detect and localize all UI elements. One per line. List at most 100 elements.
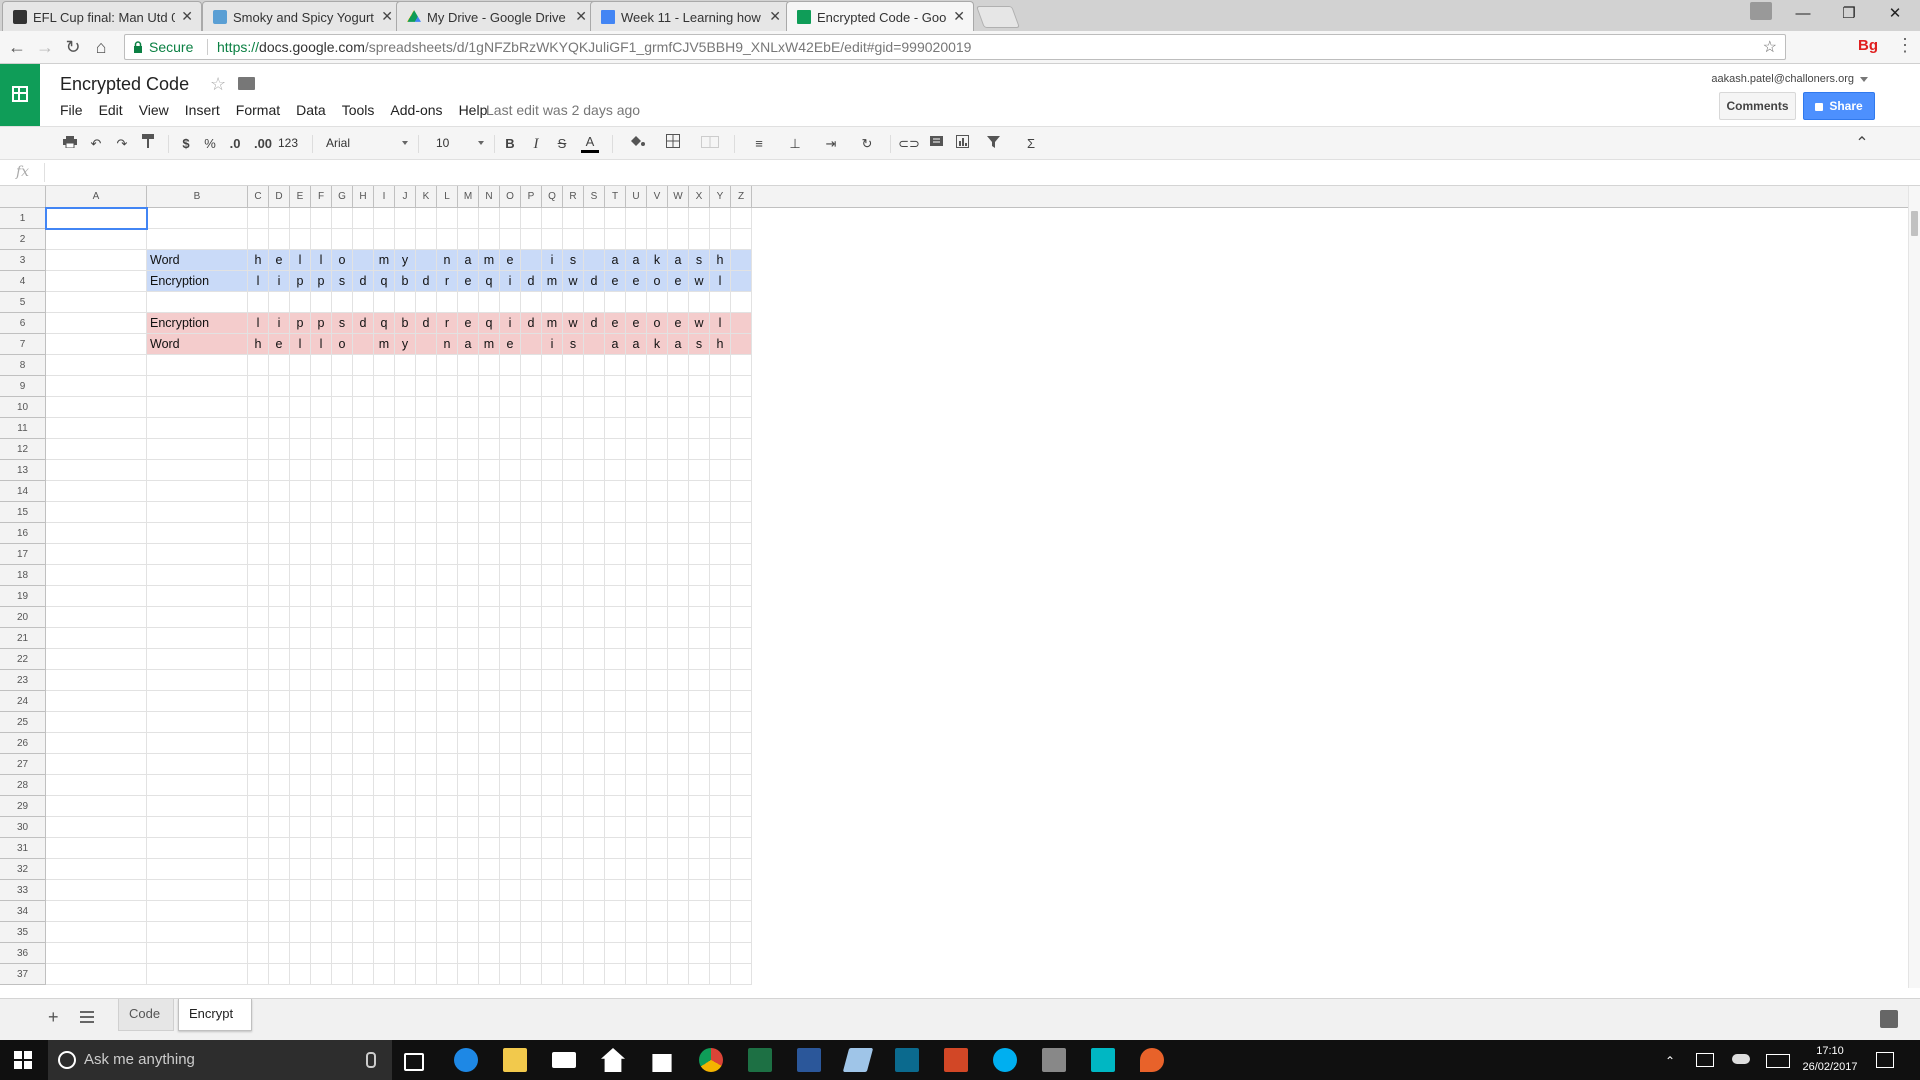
cell-W4[interactable]: e [668, 271, 689, 292]
cell-O31[interactable] [500, 838, 521, 859]
cell-D33[interactable] [269, 880, 290, 901]
cell-W8[interactable] [668, 355, 689, 376]
cell-K27[interactable] [416, 754, 437, 775]
cell-Q9[interactable] [542, 376, 563, 397]
vertical-align-icon[interactable]: ⊥ [780, 134, 810, 154]
cell-V7[interactable]: k [647, 334, 668, 355]
cell-W31[interactable] [668, 838, 689, 859]
cell-J2[interactable] [395, 229, 416, 250]
cell-S15[interactable] [584, 502, 605, 523]
cell-S37[interactable] [584, 964, 605, 985]
cell-Z12[interactable] [731, 439, 752, 460]
cell-D31[interactable] [269, 838, 290, 859]
cell-O19[interactable] [500, 586, 521, 607]
cell-P14[interactable] [521, 481, 542, 502]
cell-X5[interactable] [689, 292, 710, 313]
cell-T32[interactable] [605, 859, 626, 880]
cell-X19[interactable] [689, 586, 710, 607]
cell-F8[interactable] [311, 355, 332, 376]
cell-M4[interactable]: e [458, 271, 479, 292]
cell-Q35[interactable] [542, 922, 563, 943]
cell-N15[interactable] [479, 502, 500, 523]
cell-V18[interactable] [647, 565, 668, 586]
cell-M35[interactable] [458, 922, 479, 943]
cell-V27[interactable] [647, 754, 668, 775]
cell-E12[interactable] [290, 439, 311, 460]
browser-tab-sheets[interactable]: Encrypted Code - Google ✕ [786, 1, 974, 31]
cell-N28[interactable] [479, 775, 500, 796]
column-header-c[interactable]: C [248, 186, 269, 208]
cell-T34[interactable] [605, 901, 626, 922]
cell-R35[interactable] [563, 922, 584, 943]
cell-S31[interactable] [584, 838, 605, 859]
cell-K1[interactable] [416, 208, 437, 229]
cell-E15[interactable] [290, 502, 311, 523]
insert-link-icon[interactable]: ⊂⊃ [898, 134, 920, 154]
cell-M14[interactable] [458, 481, 479, 502]
cell-J13[interactable] [395, 460, 416, 481]
cell-Y6[interactable]: l [710, 313, 731, 334]
cell-G25[interactable] [332, 712, 353, 733]
cell-K33[interactable] [416, 880, 437, 901]
cell-Z7[interactable] [731, 334, 752, 355]
cell-S34[interactable] [584, 901, 605, 922]
cell-T9[interactable] [605, 376, 626, 397]
cell-B1[interactable] [147, 208, 248, 229]
cell-D22[interactable] [269, 649, 290, 670]
cell-C10[interactable] [248, 397, 269, 418]
cell-R26[interactable] [563, 733, 584, 754]
cell-X24[interactable] [689, 691, 710, 712]
m-app-icon[interactable] [1091, 1048, 1115, 1072]
cell-L5[interactable] [437, 292, 458, 313]
cell-F17[interactable] [311, 544, 332, 565]
column-header-f[interactable]: F [311, 186, 332, 208]
cell-E25[interactable] [290, 712, 311, 733]
cell-G5[interactable] [332, 292, 353, 313]
cell-S20[interactable] [584, 607, 605, 628]
cell-A30[interactable] [46, 817, 147, 838]
row-header[interactable]: 37 [0, 964, 46, 985]
cell-B17[interactable] [147, 544, 248, 565]
cell-C8[interactable] [248, 355, 269, 376]
cell-U33[interactable] [626, 880, 647, 901]
cell-Y4[interactable]: l [710, 271, 731, 292]
cell-K30[interactable] [416, 817, 437, 838]
cell-Q2[interactable] [542, 229, 563, 250]
cell-Q18[interactable] [542, 565, 563, 586]
cell-L3[interactable]: n [437, 250, 458, 271]
cell-O5[interactable] [500, 292, 521, 313]
select-all-corner[interactable] [0, 186, 46, 208]
cell-F3[interactable]: l [311, 250, 332, 271]
cell-F20[interactable] [311, 607, 332, 628]
cell-T29[interactable] [605, 796, 626, 817]
cell-I30[interactable] [374, 817, 395, 838]
cell-S28[interactable] [584, 775, 605, 796]
cell-T23[interactable] [605, 670, 626, 691]
cell-J15[interactable] [395, 502, 416, 523]
cell-U23[interactable] [626, 670, 647, 691]
cell-N36[interactable] [479, 943, 500, 964]
row-header[interactable]: 22 [0, 649, 46, 670]
cell-R23[interactable] [563, 670, 584, 691]
cell-T18[interactable] [605, 565, 626, 586]
browser-tab-docs[interactable]: Week 11 - Learning how ✕ [590, 1, 790, 31]
cell-A24[interactable] [46, 691, 147, 712]
row-header[interactable]: 20 [0, 607, 46, 628]
cell-Y31[interactable] [710, 838, 731, 859]
cell-L22[interactable] [437, 649, 458, 670]
cell-X16[interactable] [689, 523, 710, 544]
cell-W33[interactable] [668, 880, 689, 901]
cell-I5[interactable] [374, 292, 395, 313]
cell-H8[interactable] [353, 355, 374, 376]
cell-V32[interactable] [647, 859, 668, 880]
cell-D4[interactable]: i [269, 271, 290, 292]
cell-X36[interactable] [689, 943, 710, 964]
cell-W10[interactable] [668, 397, 689, 418]
cell-I33[interactable] [374, 880, 395, 901]
cell-H23[interactable] [353, 670, 374, 691]
cell-M9[interactable] [458, 376, 479, 397]
row-header[interactable]: 32 [0, 859, 46, 880]
close-tab-icon[interactable]: ✕ [953, 8, 965, 25]
cell-K8[interactable] [416, 355, 437, 376]
cell-K15[interactable] [416, 502, 437, 523]
